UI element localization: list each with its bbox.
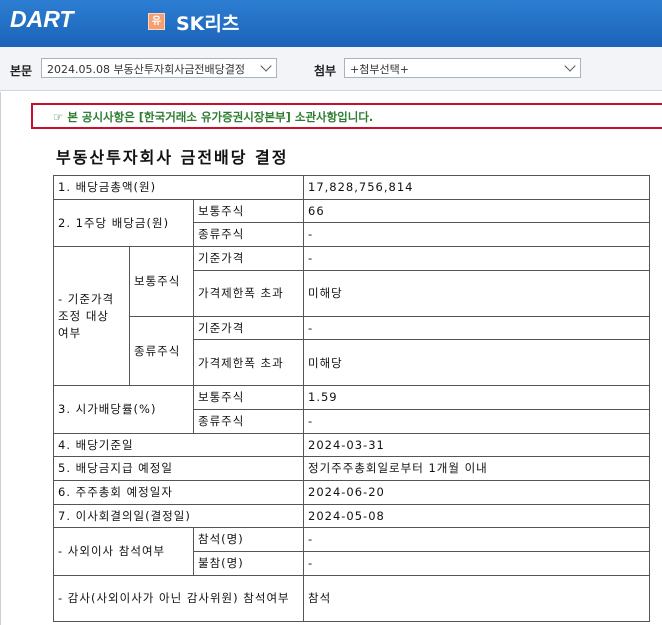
- table-cell-sublabel: 종류주식: [193, 409, 304, 434]
- table-cell-label: 7. 이사회결의일(결정일): [53, 503, 304, 529]
- table-cell-sublabel: 불참(명): [193, 551, 304, 576]
- table-cell-label: 3. 시가배당률(%): [53, 385, 194, 434]
- table-cell-value: 66: [303, 198, 650, 224]
- table-row: - 기준가격 조정 대상 여부 보통주식 기준가격 -: [53, 246, 650, 387]
- logo-text: DART: [10, 6, 74, 32]
- table-cell-value: -: [303, 246, 650, 271]
- table-cell-value: -: [303, 551, 650, 576]
- table-cell-label: 4. 배당기준일: [53, 432, 304, 458]
- table-cell-sublabel: 기준가격: [193, 315, 304, 341]
- table-cell-sublabel: 가격제한폭 초과: [193, 269, 304, 317]
- table-row: 3. 시가배당률(%) 보통주식 1.59: [53, 385, 650, 434]
- table-cell-sublabel: 참석(명): [193, 527, 304, 553]
- table-cell-value: -: [303, 222, 650, 248]
- document-title: 부동산투자회사 금전배당 결정: [56, 148, 289, 167]
- dart-logo[interactable]: DART: [10, 6, 73, 33]
- table-cell-value: -: [303, 527, 650, 553]
- table-cell-label: 6. 주주총회 예정일자: [53, 480, 304, 505]
- table-cell-value: 2024-05-08: [303, 503, 650, 529]
- table-row: - 사외이사 참석여부 참석(명) -: [53, 527, 650, 576]
- table-row: 1. 배당금총액(원) 17,828,756,814: [53, 175, 650, 200]
- main-doc-select-value: 2024.05.08 부동산투자회사금전배당결정: [47, 63, 246, 76]
- dividend-report-table: 1. 배당금총액(원) 17,828,756,814 2. 1주당 배당금(원)…: [53, 175, 650, 622]
- document-toolbar: 본문 2024.05.08 부동산투자회사금전배당결정 첨부 +첨부선택+: [0, 47, 662, 91]
- document-content: ☞ 본 공시사항은 [한국거래소 유가증권시장본부] 소관사항입니다. 부동산투…: [0, 92, 662, 625]
- main-doc-label: 본문: [10, 64, 33, 78]
- table-cell-value: 1.59: [303, 385, 650, 411]
- company-name: SK리츠: [176, 13, 240, 35]
- table-cell-sublabel: 가격제한폭 초과: [193, 339, 304, 387]
- table-cell-value: 2024-06-20: [303, 480, 650, 505]
- table-cell-value: 미해당: [303, 339, 650, 387]
- table-cell-label: - 감사(사외이사가 아닌 감사위원) 참석여부: [53, 574, 304, 622]
- app-header: DART 유 SK리츠: [0, 0, 662, 47]
- table-cell-sublabel: 보통주식: [193, 385, 304, 411]
- table-cell-label: 5. 배당금지급 예정일: [53, 456, 304, 482]
- table-cell-sublabel: 종류주식: [129, 315, 194, 387]
- table-row: 5. 배당금지급 예정일 정기주주총회일로부터 1개월 이내: [53, 456, 650, 482]
- table-cell-value: 정기주주총회일로부터 1개월 이내: [303, 456, 650, 482]
- main-doc-select[interactable]: 2024.05.08 부동산투자회사금전배당결정: [41, 58, 277, 78]
- table-cell-value: 2024-03-31: [303, 432, 650, 458]
- table-row: 7. 이사회결의일(결정일) 2024-05-08: [53, 503, 650, 529]
- attachment-select-value: +첨부선택+: [350, 63, 409, 76]
- chevron-down-icon: [564, 60, 576, 72]
- table-row: 2. 1주당 배당금(원) 보통주식 66: [53, 198, 650, 248]
- jurisdiction-notice: ☞ 본 공시사항은 [한국거래소 유가증권시장본부] 소관사항입니다.: [31, 103, 662, 129]
- table-cell-label: - 사외이사 참석여부: [53, 527, 194, 576]
- table-cell-sublabel: 보통주식: [193, 198, 304, 224]
- market-badge: 유: [148, 13, 165, 30]
- chevron-down-icon: [260, 60, 272, 72]
- table-row: 6. 주주총회 예정일자 2024-06-20: [53, 480, 650, 505]
- table-cell-label: 1. 배당금총액(원): [53, 175, 304, 200]
- table-cell-sublabel: 기준가격: [193, 246, 304, 271]
- table-row: - 감사(사외이사가 아닌 감사위원) 참석여부 참석: [53, 574, 650, 622]
- table-row: 종류주식 기준가격 -: [54, 315, 650, 387]
- table-cell-label: - 기준가격 조정 대상 여부: [53, 246, 130, 387]
- table-row: 4. 배당기준일 2024-03-31: [53, 432, 650, 458]
- table-cell-label: 2. 1주당 배당금(원): [53, 198, 194, 248]
- attachment-label: 첨부: [314, 64, 337, 78]
- table-cell-value: -: [303, 315, 650, 341]
- table-cell-value: -: [303, 409, 650, 434]
- table-cell-value: 참석: [303, 574, 650, 622]
- attachment-select[interactable]: +첨부선택+: [344, 58, 581, 78]
- table-cell-value: 미해당: [303, 269, 650, 317]
- table-cell-sublabel: 종류주식: [193, 222, 304, 248]
- table-cell-sublabel: 보통주식: [129, 246, 194, 317]
- table-cell-value: 17,828,756,814: [303, 175, 650, 200]
